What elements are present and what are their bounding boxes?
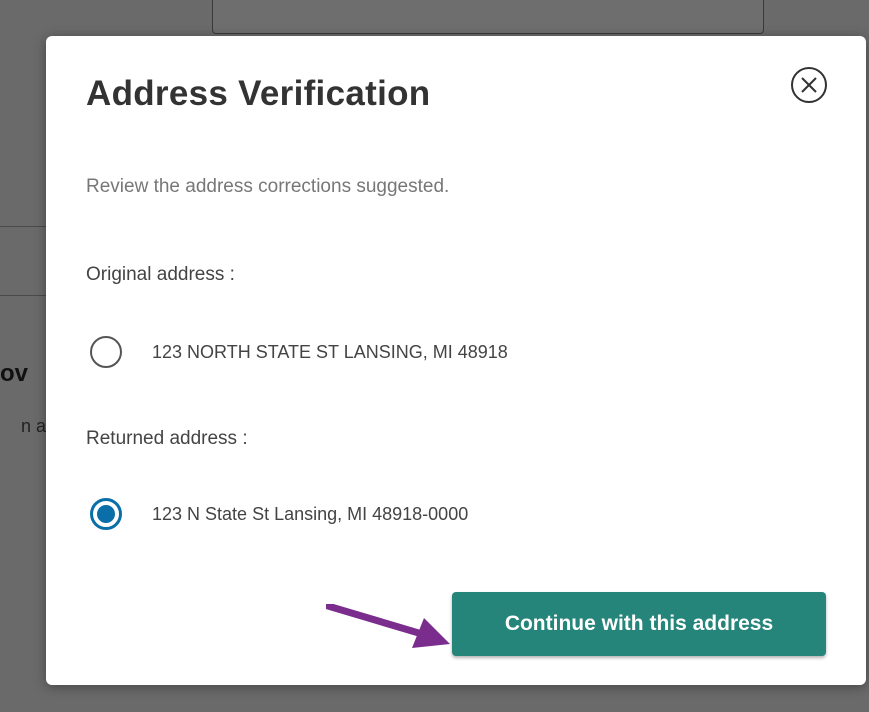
close-button[interactable] xyxy=(788,64,830,106)
background-text-fragment: n a xyxy=(20,416,46,436)
original-address-text: 123 NORTH STATE ST LANSING, MI 48918 xyxy=(152,341,508,362)
background-heading-fragment: ov xyxy=(0,360,29,387)
returned-address-option[interactable]: 123 N State St Lansing, MI 48918-0000 xyxy=(90,498,468,530)
continue-with-address-button[interactable]: Continue with this address xyxy=(452,592,826,656)
background-divider xyxy=(0,295,50,296)
modal-subtitle: Review the address corrections suggested… xyxy=(86,176,450,197)
returned-address-radio[interactable] xyxy=(90,498,122,530)
original-address-radio[interactable] xyxy=(90,336,122,368)
radio-selected-dot xyxy=(97,505,115,523)
background-divider xyxy=(0,226,50,227)
address-verification-modal: Address Verification Review the address … xyxy=(46,36,866,685)
original-address-option[interactable]: 123 NORTH STATE ST LANSING, MI 48918 xyxy=(90,336,508,368)
original-address-label: Original address : xyxy=(86,264,235,285)
close-circle-icon xyxy=(791,67,827,103)
annotation-arrow-icon xyxy=(326,604,450,648)
returned-address-text: 123 N State St Lansing, MI 48918-0000 xyxy=(152,503,469,524)
modal-title: Address Verification xyxy=(86,74,431,113)
returned-address-label: Returned address : xyxy=(86,428,248,449)
background-input-field xyxy=(212,0,764,34)
